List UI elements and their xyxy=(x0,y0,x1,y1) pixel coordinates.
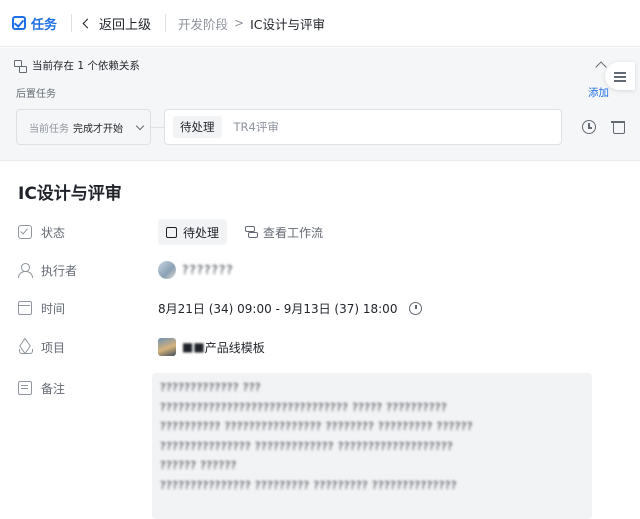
page-title[interactable]: IC设计与评审 xyxy=(18,179,122,204)
breadcrumb-separator: > xyxy=(234,16,245,30)
notes-line: ??????????????? ????????????? ??????????… xyxy=(160,440,454,453)
status-value-row: 待处理 查看工作流 xyxy=(158,219,323,245)
breadcrumb: 开发阶段 > IC设计与评审 xyxy=(178,14,325,33)
status-checkbox xyxy=(166,226,177,238)
assignee-value[interactable]: ??????? xyxy=(158,261,234,279)
time-field: 时间 xyxy=(18,296,65,320)
time-value[interactable]: 8月21日 (34) 09:00 - 9月13日 (37) 18:00 xyxy=(158,300,397,317)
alarm-icon[interactable] xyxy=(409,302,423,315)
user-icon xyxy=(18,263,33,278)
view-workflow-button[interactable]: 查看工作流 xyxy=(245,224,323,241)
workflow-label: 查看工作流 xyxy=(263,225,324,240)
status-button[interactable]: 待处理 xyxy=(158,219,228,245)
back-button[interactable]: 返回上级 xyxy=(82,14,152,33)
notes-line: ?????? ?????? xyxy=(160,460,237,472)
divider xyxy=(71,14,73,32)
assignee-name: ??????? xyxy=(182,263,234,277)
condition-value: 完成才开始 xyxy=(73,123,123,135)
dependent-task-card[interactable]: 待处理 TR4评审 xyxy=(164,109,562,145)
project-prefix: ■■ xyxy=(182,340,205,354)
project-name: 产品线模板 xyxy=(204,340,265,355)
notes-label: 备注 xyxy=(41,381,66,396)
notes-editor[interactable]: ????????????? ??? ??????????????????????… xyxy=(152,373,592,519)
calendar-icon xyxy=(18,301,32,315)
condition-select[interactable]: 当前任务 完成才开始 xyxy=(16,109,151,145)
notes-field: 备注 xyxy=(18,376,65,400)
status-label: 状态 xyxy=(41,225,66,240)
top-bar: 任务 返回上级 开发阶段 > IC设计与评审 xyxy=(0,0,640,47)
dependent-task-name: TR4评审 xyxy=(233,120,279,134)
chevron-left-icon xyxy=(82,18,93,28)
list-icon xyxy=(614,70,626,82)
after-task-label: 后置任务 xyxy=(16,89,56,100)
status-value: 待处理 xyxy=(183,225,220,240)
time-value-row: 8月21日 (34) 09:00 - 9月13日 (37) 18:00 xyxy=(158,300,423,317)
dependency-row: 当前任务 完成才开始 待处理 TR4评审 xyxy=(16,109,636,145)
divider xyxy=(165,14,167,32)
clock-icon[interactable] xyxy=(582,120,596,134)
status-field: 状态 xyxy=(18,220,65,244)
assignee-label: 执行者 xyxy=(41,263,78,278)
trash-icon[interactable] xyxy=(611,119,625,134)
notes-line: ??????????????? ????????? ????????? ????… xyxy=(160,479,457,492)
side-panel-toggle[interactable] xyxy=(605,62,635,90)
avatar xyxy=(158,261,176,279)
dependency-icon xyxy=(14,59,27,73)
section-divider xyxy=(0,160,640,161)
dependent-task-status: 待处理 xyxy=(173,116,222,138)
project-value[interactable]: ■■ 产品线模板 xyxy=(158,338,265,356)
notes-line: ????????????? ??? xyxy=(160,382,262,394)
chevron-down-icon xyxy=(135,121,145,130)
dependency-header-text: 当前存在 1 个依赖关系 xyxy=(32,60,140,72)
time-label: 时间 xyxy=(41,301,66,316)
workflow-icon xyxy=(245,226,259,238)
note-icon xyxy=(18,381,32,395)
notes-line: ?????????? ???????????????? ???????? ???… xyxy=(160,421,473,433)
project-label: 项目 xyxy=(41,340,66,355)
project-thumbnail xyxy=(158,338,176,356)
task-tag[interactable]: 任务 xyxy=(12,14,57,33)
breadcrumb-parent[interactable]: 开发阶段 xyxy=(178,14,228,33)
checkbox-icon xyxy=(12,16,26,30)
connector-line xyxy=(151,127,164,128)
add-dependency-link[interactable]: 添加 xyxy=(588,85,609,100)
condition-label: 当前任务 xyxy=(29,123,69,135)
dependency-panel: 当前存在 1 个依赖关系 后置任务 添加 当前任务 完成才开始 待处理 TR4评… xyxy=(0,48,640,160)
check-square-icon xyxy=(18,225,32,239)
dependency-header: 当前存在 1 个依赖关系 xyxy=(14,58,140,73)
back-label: 返回上级 xyxy=(99,17,152,33)
notes-line: ??????????????????????????????? ????? ??… xyxy=(160,401,448,414)
assignee-field: 执行者 xyxy=(18,258,77,282)
project-field: 项目 xyxy=(18,335,65,359)
breadcrumb-current: IC设计与评审 xyxy=(250,16,326,32)
task-tag-label: 任务 xyxy=(31,17,58,33)
layers-icon xyxy=(18,340,33,354)
